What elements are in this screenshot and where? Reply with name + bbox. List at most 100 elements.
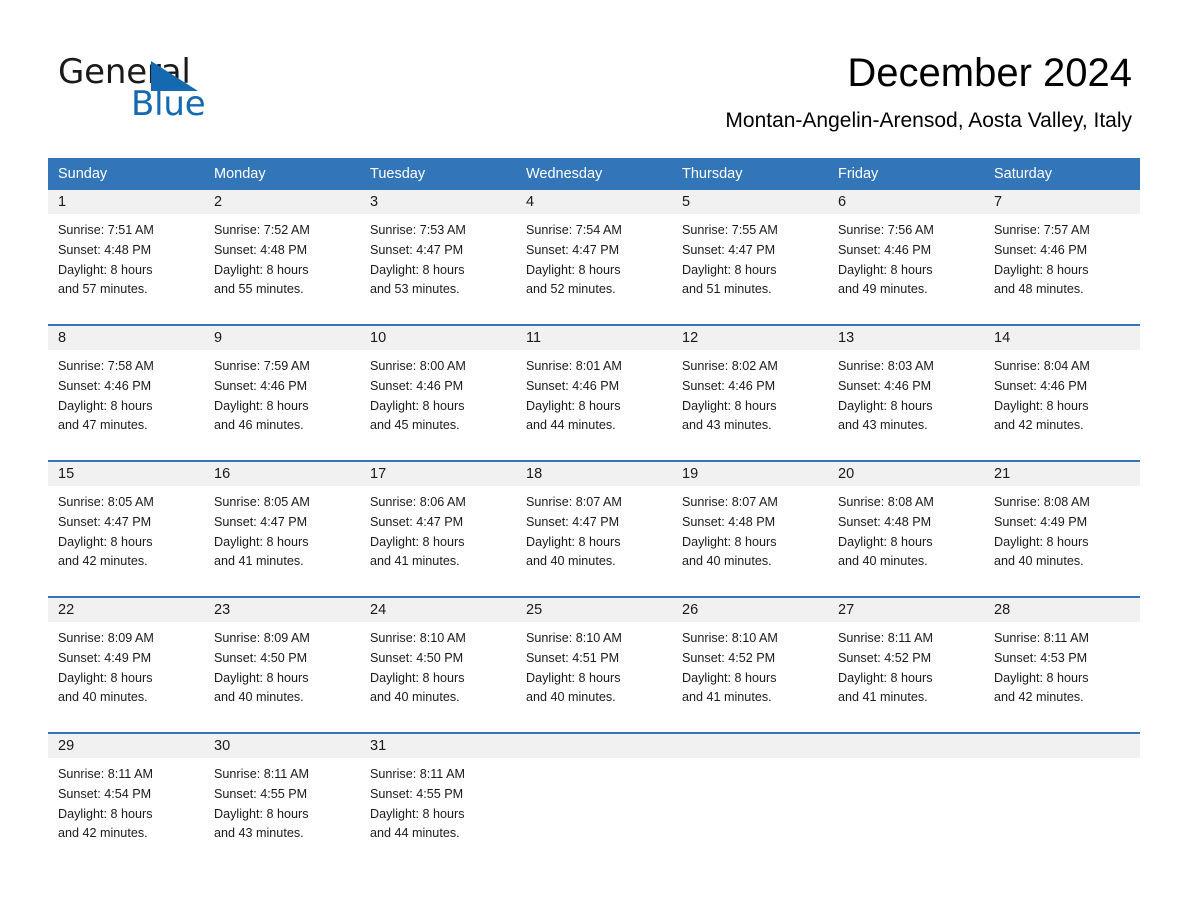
daylight-text-line1: Daylight: 8 hours — [214, 262, 309, 277]
day-cell[interactable]: Sunrise: 7:59 AM Sunset: 4:46 PM Dayligh… — [204, 350, 360, 460]
day-cell[interactable]: Sunrise: 7:58 AM Sunset: 4:46 PM Dayligh… — [48, 350, 204, 460]
day-number[interactable]: 12 — [672, 326, 828, 350]
daylight-text-line2: and 43 minutes. — [214, 826, 304, 841]
day-number[interactable]: 21 — [984, 462, 1140, 486]
sunrise-text: Sunrise: 8:03 AM — [838, 359, 934, 373]
day-number[interactable]: 14 — [984, 326, 1140, 350]
day-cell[interactable]: Sunrise: 8:04 AM Sunset: 4:46 PM Dayligh… — [984, 350, 1140, 460]
day-number[interactable]: 11 — [516, 326, 672, 350]
day-number[interactable]: 4 — [516, 190, 672, 214]
day-number-empty — [672, 734, 828, 758]
day-number[interactable]: 17 — [360, 462, 516, 486]
day-number[interactable]: 19 — [672, 462, 828, 486]
sunset-text: Sunset: 4:50 PM — [214, 650, 308, 665]
sunrise-text: Sunrise: 8:08 AM — [838, 495, 934, 509]
day-cell[interactable]: Sunrise: 7:54 AM Sunset: 4:47 PM Dayligh… — [516, 214, 672, 324]
day-cell[interactable]: Sunrise: 8:09 AM Sunset: 4:50 PM Dayligh… — [204, 622, 360, 732]
sunrise-text: Sunrise: 7:51 AM — [58, 223, 154, 237]
day-cell[interactable]: Sunrise: 8:02 AM Sunset: 4:46 PM Dayligh… — [672, 350, 828, 460]
day-number[interactable]: 31 — [360, 734, 516, 758]
weekday-header-monday: Monday — [214, 166, 266, 182]
daylight-text-line1: Daylight: 8 hours — [214, 398, 309, 413]
day-cell[interactable]: Sunrise: 8:03 AM Sunset: 4:46 PM Dayligh… — [828, 350, 984, 460]
day-number[interactable]: 27 — [828, 598, 984, 622]
day-number[interactable]: 2 — [204, 190, 360, 214]
day-cell[interactable]: Sunrise: 8:10 AM Sunset: 4:50 PM Dayligh… — [360, 622, 516, 732]
day-number[interactable]: 20 — [828, 462, 984, 486]
page-title: December 2024 — [847, 51, 1132, 95]
day-cell[interactable]: Sunrise: 7:55 AM Sunset: 4:47 PM Dayligh… — [672, 214, 828, 324]
day-number[interactable]: 29 — [48, 734, 204, 758]
daylight-text-line1: Daylight: 8 hours — [58, 262, 153, 277]
day-number-empty — [516, 734, 672, 758]
daylight-text-line2: and 49 minutes. — [838, 282, 928, 297]
day-cell[interactable]: Sunrise: 8:05 AM Sunset: 4:47 PM Dayligh… — [48, 486, 204, 596]
day-cell[interactable]: Sunrise: 8:06 AM Sunset: 4:47 PM Dayligh… — [360, 486, 516, 596]
daylight-text-line2: and 55 minutes. — [214, 282, 304, 297]
day-number[interactable]: 3 — [360, 190, 516, 214]
sunrise-text: Sunrise: 8:07 AM — [526, 495, 622, 509]
day-number[interactable]: 10 — [360, 326, 516, 350]
day-number[interactable]: 9 — [204, 326, 360, 350]
day-number[interactable]: 25 — [516, 598, 672, 622]
day-number[interactable]: 8 — [48, 326, 204, 350]
day-number[interactable]: 18 — [516, 462, 672, 486]
day-number[interactable]: 26 — [672, 598, 828, 622]
daylight-text-line1: Daylight: 8 hours — [526, 262, 621, 277]
day-number-empty — [828, 734, 984, 758]
day-cell[interactable]: Sunrise: 8:00 AM Sunset: 4:46 PM Dayligh… — [360, 350, 516, 460]
day-cell[interactable]: Sunrise: 7:56 AM Sunset: 4:46 PM Dayligh… — [828, 214, 984, 324]
day-cell[interactable]: Sunrise: 8:05 AM Sunset: 4:47 PM Dayligh… — [204, 486, 360, 596]
daylight-text-line2: and 42 minutes. — [994, 690, 1084, 705]
day-number[interactable]: 15 — [48, 462, 204, 486]
week-detail-band: Sunrise: 7:51 AM Sunset: 4:48 PM Dayligh… — [48, 214, 1140, 324]
day-cell[interactable]: Sunrise: 8:10 AM Sunset: 4:51 PM Dayligh… — [516, 622, 672, 732]
calendar-week-row: 29 30 31 Sunrise: 8:11 AM Sunset: 4:54 P… — [48, 732, 1140, 870]
sunrise-text: Sunrise: 8:10 AM — [526, 631, 622, 645]
day-number[interactable]: 16 — [204, 462, 360, 486]
weekday-header-wednesday: Wednesday — [526, 166, 603, 182]
day-number[interactable]: 24 — [360, 598, 516, 622]
day-cell[interactable]: Sunrise: 8:07 AM Sunset: 4:48 PM Dayligh… — [672, 486, 828, 596]
daylight-text-line1: Daylight: 8 hours — [370, 670, 465, 685]
calendar-week-row: 22 23 24 25 26 27 28 Sunrise: 8:09 AM Su… — [48, 596, 1140, 732]
day-number[interactable]: 28 — [984, 598, 1140, 622]
daylight-text-line1: Daylight: 8 hours — [682, 262, 777, 277]
sunset-text: Sunset: 4:46 PM — [370, 378, 464, 393]
day-number[interactable]: 1 — [48, 190, 204, 214]
day-cell[interactable]: Sunrise: 8:10 AM Sunset: 4:52 PM Dayligh… — [672, 622, 828, 732]
daylight-text-line2: and 40 minutes. — [682, 554, 772, 569]
sunrise-text: Sunrise: 8:05 AM — [214, 495, 310, 509]
week-date-band: 29 30 31 — [48, 734, 1140, 758]
day-number[interactable]: 7 — [984, 190, 1140, 214]
day-cell[interactable]: Sunrise: 8:11 AM Sunset: 4:53 PM Dayligh… — [984, 622, 1140, 732]
day-number[interactable]: 22 — [48, 598, 204, 622]
day-cell[interactable]: Sunrise: 8:01 AM Sunset: 4:46 PM Dayligh… — [516, 350, 672, 460]
week-detail-band: Sunrise: 8:05 AM Sunset: 4:47 PM Dayligh… — [48, 486, 1140, 596]
day-number[interactable]: 6 — [828, 190, 984, 214]
sunrise-text: Sunrise: 8:10 AM — [682, 631, 778, 645]
day-cell[interactable]: Sunrise: 8:09 AM Sunset: 4:49 PM Dayligh… — [48, 622, 204, 732]
day-cell[interactable]: Sunrise: 7:51 AM Sunset: 4:48 PM Dayligh… — [48, 214, 204, 324]
day-number[interactable]: 5 — [672, 190, 828, 214]
sunset-text: Sunset: 4:46 PM — [838, 242, 932, 257]
day-cell[interactable]: Sunrise: 8:08 AM Sunset: 4:49 PM Dayligh… — [984, 486, 1140, 596]
day-cell[interactable]: Sunrise: 7:52 AM Sunset: 4:48 PM Dayligh… — [204, 214, 360, 324]
day-cell[interactable]: Sunrise: 7:53 AM Sunset: 4:47 PM Dayligh… — [360, 214, 516, 324]
day-cell[interactable]: Sunrise: 8:11 AM Sunset: 4:55 PM Dayligh… — [360, 758, 516, 870]
daylight-text-line2: and 45 minutes. — [370, 418, 460, 433]
day-cell[interactable]: Sunrise: 8:11 AM Sunset: 4:54 PM Dayligh… — [48, 758, 204, 870]
day-cell[interactable]: Sunrise: 8:11 AM Sunset: 4:55 PM Dayligh… — [204, 758, 360, 870]
day-cell[interactable]: Sunrise: 8:08 AM Sunset: 4:48 PM Dayligh… — [828, 486, 984, 596]
day-cell[interactable]: Sunrise: 8:07 AM Sunset: 4:47 PM Dayligh… — [516, 486, 672, 596]
daylight-text-line2: and 46 minutes. — [214, 418, 304, 433]
week-date-band: 1 2 3 4 5 6 7 — [48, 190, 1140, 214]
day-number[interactable]: 23 — [204, 598, 360, 622]
brand-logo[interactable]: General Blue — [58, 52, 378, 132]
calendar-week-row: 8 9 10 11 12 13 14 Sunrise: 7:58 AM Suns… — [48, 324, 1140, 460]
day-number[interactable]: 13 — [828, 326, 984, 350]
sunset-text: Sunset: 4:48 PM — [58, 242, 152, 257]
day-cell[interactable]: Sunrise: 8:11 AM Sunset: 4:52 PM Dayligh… — [828, 622, 984, 732]
day-number[interactable]: 30 — [204, 734, 360, 758]
day-cell[interactable]: Sunrise: 7:57 AM Sunset: 4:46 PM Dayligh… — [984, 214, 1140, 324]
